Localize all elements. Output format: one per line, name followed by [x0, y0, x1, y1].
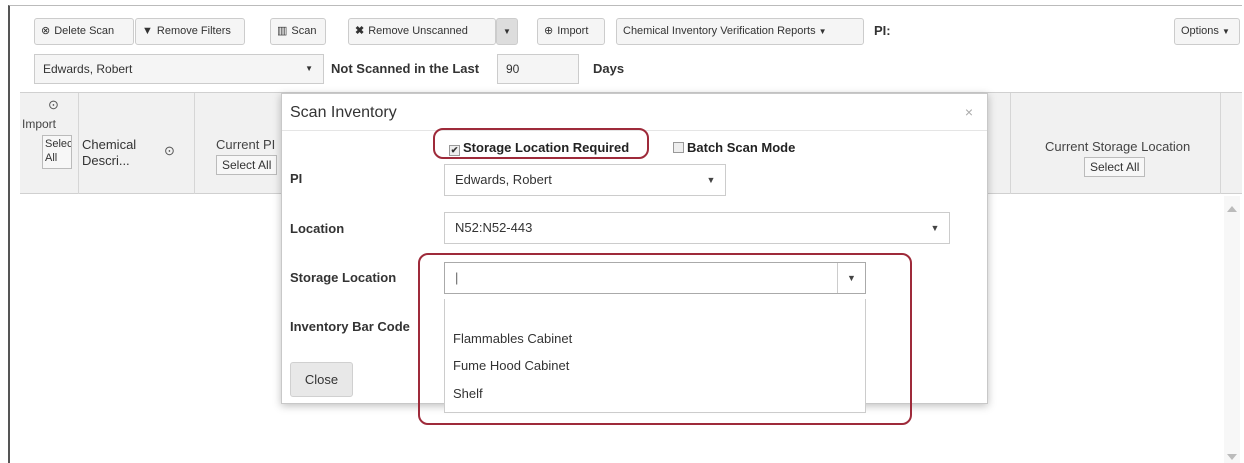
- current-storage-location-header[interactable]: Current Storage Location: [1045, 139, 1190, 154]
- scroll-down-icon[interactable]: [1227, 454, 1237, 460]
- text-cursor: |: [455, 270, 459, 285]
- x-icon: ✖: [355, 25, 365, 37]
- batch-scan-mode-checkbox[interactable]: Batch Scan Mode: [673, 140, 795, 155]
- close-icon[interactable]: ×: [965, 104, 973, 120]
- caret-down-icon: ▼: [837, 263, 865, 293]
- checkbox-unchecked-icon: [673, 142, 684, 153]
- pi-field-label: PI: [290, 171, 303, 186]
- caret-down-icon: ▼: [818, 27, 827, 36]
- storage-location-select[interactable]: | ▼: [444, 262, 866, 294]
- remove-unscanned-button[interactable]: ✖ Remove Unscanned: [348, 18, 496, 45]
- pi-select[interactable]: Edwards, Robert ▼: [34, 54, 324, 84]
- modal-title: Scan Inventory: [290, 104, 397, 121]
- barcode-icon: ▥: [277, 25, 288, 37]
- current-pi-header[interactable]: Current PI: [216, 137, 275, 152]
- storage-option-flammables[interactable]: Flammables Cabinet: [453, 331, 572, 346]
- reports-dropdown-button[interactable]: Chemical Inventory Verification Reports …: [616, 18, 864, 45]
- scroll-up-icon[interactable]: [1227, 206, 1237, 212]
- caret-down-icon: ▼: [305, 64, 313, 73]
- storage-location-dropdown-list: Flammables Cabinet Fume Hood Cabinet She…: [444, 299, 866, 413]
- circle-x-icon: ⊗: [41, 25, 51, 37]
- days-input[interactable]: 90: [497, 54, 579, 84]
- options-dropdown-button[interactable]: Options ▼: [1174, 18, 1240, 45]
- location-field-label: Location: [290, 221, 345, 236]
- caret-down-icon: ▼: [1221, 27, 1230, 36]
- scan-inventory-modal: Scan Inventory × ✔ Storage Location Requi…: [281, 93, 988, 413]
- upload-circle-icon: ⊕: [544, 25, 554, 37]
- days-label: Days: [593, 61, 625, 76]
- column-divider: [1220, 93, 1221, 195]
- column-divider: [78, 93, 79, 195]
- delete-scan-button[interactable]: ⊗ Delete Scan: [34, 18, 134, 45]
- scan-button[interactable]: ▥ Scan: [270, 18, 326, 45]
- not-scanned-label: Not Scanned in the Last: [331, 61, 480, 76]
- inventory-barcode-label: Inventory Bar Code: [290, 319, 410, 334]
- checkbox-checked-icon: ✔: [449, 145, 460, 156]
- caret-down-icon: ▼: [503, 27, 511, 36]
- storage-location-required-checkbox[interactable]: ✔ Storage Location Required: [449, 140, 629, 156]
- modal-pi-select[interactable]: Edwards, Robert ▼: [444, 164, 726, 196]
- filter-icon: ▼: [142, 25, 153, 37]
- storage-option-fume-hood[interactable]: Fume Hood Cabinet: [453, 358, 569, 373]
- column-divider: [1010, 93, 1011, 195]
- filter-circle-icon[interactable]: ⊙: [164, 143, 175, 159]
- select-all-pi-button[interactable]: Select All: [216, 155, 278, 175]
- filter-circle-icon[interactable]: ⊙: [48, 97, 59, 113]
- vertical-scrollbar[interactable]: [1224, 196, 1240, 463]
- remove-unscanned-dropdown[interactable]: ▼: [496, 18, 518, 45]
- remove-filters-button[interactable]: ▼ Remove Filters: [135, 18, 245, 45]
- modal-header: Scan Inventory ×: [282, 94, 987, 131]
- close-button[interactable]: Close: [290, 362, 353, 397]
- select-all-storage-button[interactable]: Select All: [1084, 157, 1146, 177]
- caret-down-icon: ▼: [706, 175, 716, 185]
- location-select[interactable]: N52:N52-443 ▼: [444, 212, 950, 244]
- caret-down-icon: ▼: [930, 223, 940, 233]
- column-divider: [194, 93, 195, 195]
- import-button[interactable]: ⊕ Import: [537, 18, 605, 45]
- storage-location-field-label: Storage Location: [290, 270, 397, 285]
- storage-option-shelf[interactable]: Shelf: [453, 386, 483, 401]
- pi-label: PI:: [874, 23, 891, 38]
- import-column-label: Import: [22, 117, 57, 131]
- chemical-description-header[interactable]: Chemical Descri...: [82, 137, 152, 169]
- select-all-import-button[interactable]: Select All: [42, 135, 72, 169]
